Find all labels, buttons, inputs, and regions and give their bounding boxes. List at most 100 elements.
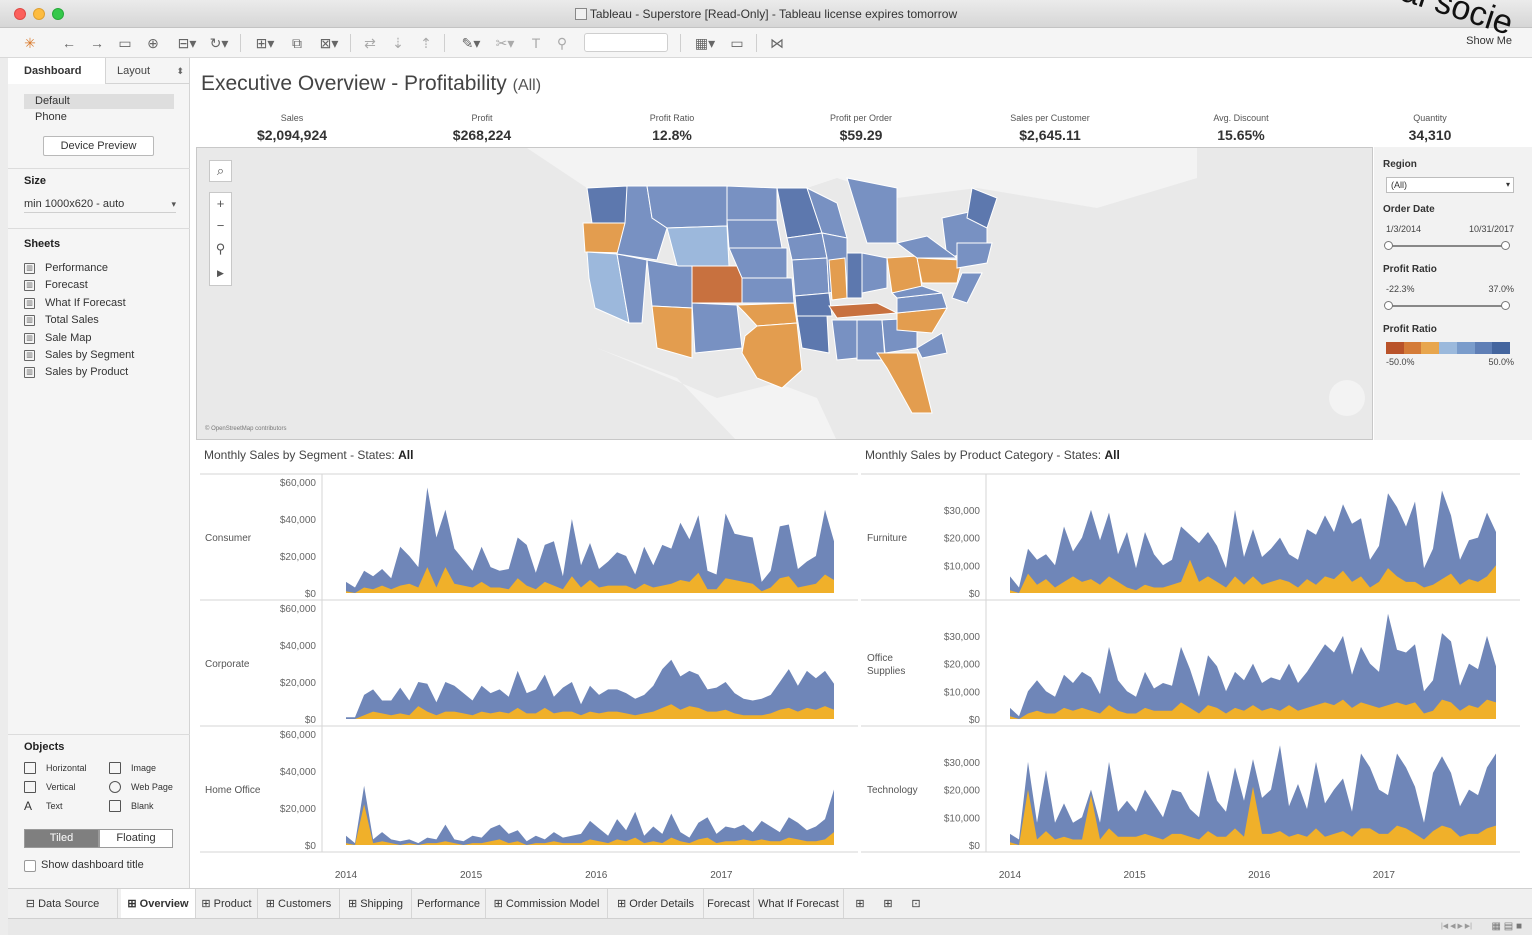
sheet-used-icon: ▥ bbox=[24, 350, 35, 361]
map-search-icon[interactable]: ⌕ bbox=[209, 160, 232, 182]
redo-icon[interactable]: → bbox=[88, 33, 106, 53]
swap-icon[interactable]: ⇄ bbox=[360, 33, 380, 53]
state-shape[interactable] bbox=[861, 252, 888, 294]
object-horizontal[interactable]: Horizontal bbox=[24, 761, 87, 775]
region-filter-dropdown[interactable]: (All) ▾ bbox=[1386, 177, 1514, 193]
profit-ratio-slider[interactable] bbox=[1384, 301, 1510, 310]
state-shape[interactable] bbox=[828, 257, 848, 301]
slider-max-handle[interactable] bbox=[1501, 301, 1510, 310]
tab-performance[interactable]: Performance bbox=[412, 889, 486, 919]
tiled-toggle[interactable]: Tiled bbox=[24, 829, 99, 848]
state-shape[interactable] bbox=[646, 185, 728, 229]
share-icon[interactable]: ⋈ bbox=[766, 33, 788, 53]
filter-panel: Region (All) ▾ Order Date 1/3/2014 10/31/… bbox=[1374, 147, 1532, 440]
kpi-label: Profit Ratio bbox=[649, 113, 695, 123]
profit-map[interactable]: ⌕ + − ⚲ ▶ © OpenStreetMap contributors bbox=[196, 147, 1373, 440]
group-icon[interactable]: ✂▾ bbox=[490, 33, 520, 53]
device-preview-button[interactable]: Device Preview bbox=[43, 136, 154, 156]
state-shape[interactable] bbox=[786, 232, 828, 261]
refresh-icon[interactable]: ↻▾ bbox=[204, 33, 234, 53]
object-label: Blank bbox=[131, 801, 154, 811]
tab-what-if-forecast[interactable]: What If Forecast bbox=[754, 889, 844, 919]
state-shape[interactable] bbox=[831, 319, 858, 361]
state-shape[interactable] bbox=[794, 292, 833, 317]
expand-toolbar-icon[interactable]: ▶ bbox=[210, 261, 231, 285]
tab-order-details[interactable]: ⊞ Order Details bbox=[608, 889, 704, 919]
state-shape[interactable] bbox=[796, 315, 830, 354]
y-tick-label: $20,000 bbox=[944, 534, 981, 545]
view-mode-icons[interactable]: ▦ ▤ ■ bbox=[1492, 921, 1523, 932]
state-shape[interactable] bbox=[691, 265, 743, 304]
sort-descending-icon[interactable]: ⇡ bbox=[416, 33, 436, 53]
new-worksheet-icon[interactable]: ⊞▾ bbox=[250, 33, 280, 53]
order-date-slider[interactable] bbox=[1384, 241, 1510, 250]
sheet-item-forecast[interactable]: ▥ Forecast bbox=[24, 277, 184, 294]
slider-max-handle[interactable] bbox=[1501, 241, 1510, 250]
tableau-logo-icon[interactable]: ✳ bbox=[20, 33, 40, 53]
zoom-out-icon[interactable]: − bbox=[210, 215, 231, 237]
object-text[interactable]: A Text bbox=[24, 799, 63, 813]
sales-area[interactable] bbox=[346, 487, 834, 594]
sheet-navigation-icons[interactable]: |◀ ◀ ▶ ▶| bbox=[1441, 922, 1472, 930]
clear-sheet-icon[interactable]: ⊠▾ bbox=[314, 33, 344, 53]
tab-commission-model[interactable]: ⊞ Commission Model bbox=[486, 889, 608, 919]
fix-axes-icon[interactable]: ⚲ bbox=[552, 33, 572, 53]
slider-min-handle[interactable] bbox=[1384, 241, 1393, 250]
tab-label: Shipping bbox=[360, 898, 404, 910]
zoom-in-icon[interactable]: + bbox=[210, 193, 231, 215]
device-phone[interactable]: Phone bbox=[24, 110, 174, 125]
state-shape[interactable] bbox=[586, 185, 630, 224]
tab-product[interactable]: ⊞ Product bbox=[196, 889, 258, 919]
sheet-item-total-sales[interactable]: ▥ Total Sales bbox=[24, 312, 184, 329]
state-shape[interactable] bbox=[741, 277, 795, 304]
show-dashboard-title-checkbox[interactable] bbox=[24, 860, 36, 872]
object-web-page[interactable]: Web Page bbox=[109, 780, 173, 794]
size-dropdown[interactable]: min 1000x620 - auto ▾ bbox=[24, 195, 176, 213]
pin-icon[interactable]: ⚲ bbox=[210, 237, 231, 261]
show-cards-icon[interactable]: ▦▾ bbox=[690, 33, 720, 53]
state-shape[interactable] bbox=[726, 219, 783, 249]
new-worksheet-icon[interactable]: ⊞ bbox=[848, 889, 872, 919]
new-dashboard-icon[interactable]: ⊞ bbox=[876, 889, 900, 919]
undo-icon[interactable]: ← bbox=[60, 33, 78, 53]
fit-dropdown[interactable] bbox=[584, 33, 668, 52]
slider-min-handle[interactable] bbox=[1384, 301, 1393, 310]
highlight-icon[interactable]: ✎▾ bbox=[456, 33, 486, 53]
state-shape[interactable] bbox=[846, 252, 863, 299]
sheet-item-performance[interactable]: ▥ Performance bbox=[24, 260, 184, 277]
pause-updates-icon[interactable]: ⊟▾ bbox=[172, 33, 202, 53]
device-default[interactable]: Default bbox=[24, 94, 174, 109]
new-data-source-icon[interactable]: ⊕ bbox=[144, 33, 162, 53]
labels-icon[interactable]: T bbox=[526, 33, 546, 53]
tab-customers[interactable]: ⊞ Customers bbox=[258, 889, 340, 919]
sort-ascending-icon[interactable]: ⇣ bbox=[388, 33, 408, 53]
sheet-item-sale-map[interactable]: ▥ Sale Map bbox=[24, 330, 184, 347]
sheet-item-sales-by-segment[interactable]: ▥ Sales by Segment bbox=[24, 347, 184, 364]
tab-data-source[interactable]: ⊟ Data Source bbox=[8, 889, 118, 919]
state-shape[interactable] bbox=[646, 259, 693, 309]
object-image[interactable]: Image bbox=[109, 761, 156, 775]
sales-area[interactable] bbox=[1010, 613, 1496, 719]
tab-overview[interactable]: ⊞ Overview bbox=[121, 889, 196, 919]
duplicate-sheet-icon[interactable]: ⧉ bbox=[286, 33, 308, 53]
state-shape[interactable] bbox=[791, 257, 830, 297]
tab-shipping[interactable]: ⊞ Shipping bbox=[340, 889, 412, 919]
state-shape[interactable] bbox=[726, 185, 778, 221]
tab-layout[interactable]: Layout ⬍ bbox=[106, 58, 190, 84]
state-shape[interactable] bbox=[691, 302, 743, 354]
tab-forecast[interactable]: Forecast bbox=[704, 889, 754, 919]
save-icon[interactable]: ▭ bbox=[116, 33, 134, 53]
show-me-button[interactable]: Show Me bbox=[1466, 35, 1512, 47]
tab-dashboard[interactable]: Dashboard bbox=[8, 58, 106, 84]
sheet-item-what-if-forecast[interactable]: ▥ What If Forecast bbox=[24, 295, 184, 312]
sheet-item-sales-by-product[interactable]: ▥ Sales by Product bbox=[24, 364, 184, 381]
floating-toggle[interactable]: Floating bbox=[99, 829, 173, 848]
object-blank[interactable]: Blank bbox=[109, 799, 154, 813]
new-story-icon[interactable]: ⊡ bbox=[904, 889, 928, 919]
object-vertical[interactable]: Vertical bbox=[24, 780, 76, 794]
globe-icon bbox=[109, 781, 121, 793]
presentation-mode-icon[interactable]: ▭ bbox=[726, 33, 748, 53]
state-shape[interactable] bbox=[916, 257, 963, 284]
state-shape[interactable] bbox=[666, 225, 730, 267]
sales-area[interactable] bbox=[346, 785, 834, 845]
